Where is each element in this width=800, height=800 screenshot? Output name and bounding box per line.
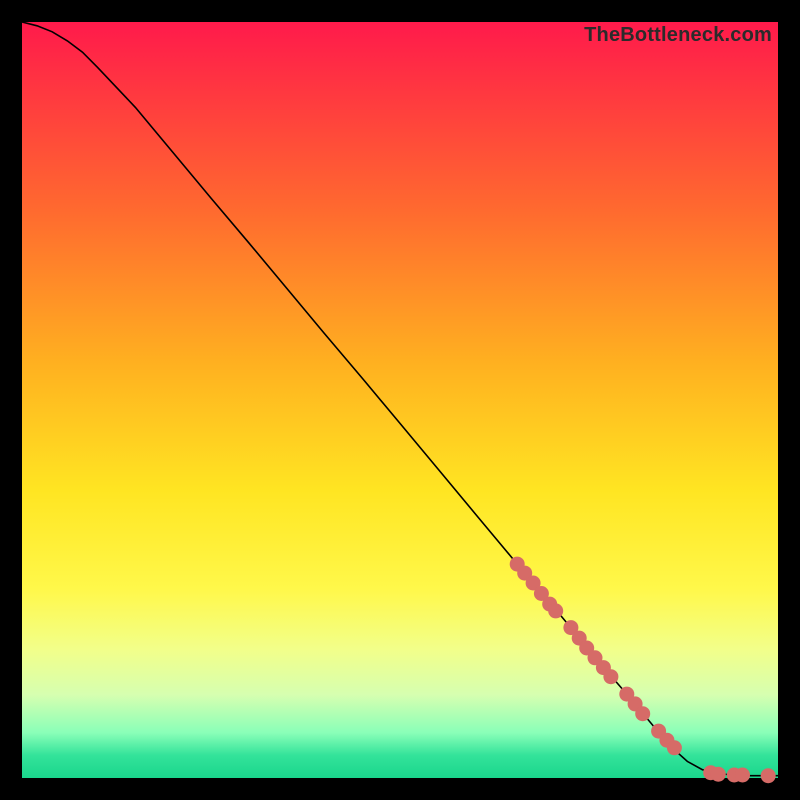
curve-line (22, 22, 778, 776)
data-point (735, 768, 750, 783)
data-point (635, 706, 650, 721)
data-point (711, 767, 726, 782)
data-point (667, 740, 682, 755)
chart-svg (22, 22, 778, 778)
chart-plot-area: TheBottleneck.com (22, 22, 778, 778)
chart-stage: TheBottleneck.com (0, 0, 800, 800)
data-point (761, 768, 776, 783)
data-point (603, 669, 618, 684)
data-point (548, 603, 563, 618)
dot-group (510, 557, 776, 784)
